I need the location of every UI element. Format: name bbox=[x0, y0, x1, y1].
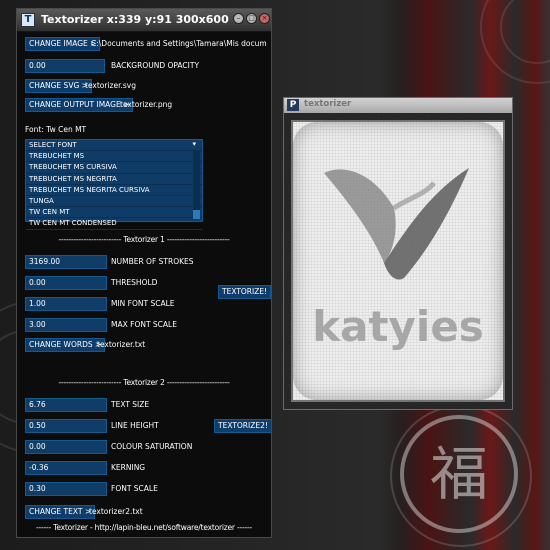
change-words-button[interactable]: CHANGE WORDS > bbox=[25, 338, 106, 352]
font-option[interactable]: TW CEN MT CONDENSED bbox=[26, 218, 202, 230]
background-opacity-label: BACKGROUND OPACITY bbox=[111, 61, 200, 70]
font-option[interactable]: TREBUCHET MS NEGRITA bbox=[26, 174, 202, 185]
image-path-label: C:\Documents and Settings\Tamara\Mis doc… bbox=[91, 39, 267, 48]
close-button[interactable]: × bbox=[259, 13, 270, 24]
preview-window: P textorizer katyies bbox=[283, 97, 513, 410]
title-bar[interactable]: T Textorizer x:339 y:91 300x600 – □ × bbox=[17, 9, 271, 32]
processing-app-icon: P bbox=[287, 99, 299, 111]
font-option[interactable]: TUNGA bbox=[26, 196, 202, 208]
change-text-button[interactable]: CHANGE TEXT > bbox=[25, 505, 96, 519]
number-of-strokes-slider[interactable]: 3169.00 bbox=[25, 255, 107, 269]
font-label: Font: Tw Cen MT bbox=[25, 125, 87, 134]
textorize2-button[interactable]: TEXTORIZE2! bbox=[214, 419, 272, 433]
font-dropdown[interactable]: SELECT FONT TREBUCHET MS TREBUCHET MS CU… bbox=[25, 139, 203, 230]
minimize-button[interactable]: – bbox=[233, 13, 244, 24]
footer-credit: ------ Textorizer - http://lapin-bleu.ne… bbox=[36, 523, 252, 532]
min-font-scale-label: MIN FONT SCALE bbox=[111, 299, 175, 308]
font-option[interactable]: TREBUCHET MS bbox=[26, 151, 202, 163]
font-option[interactable]: TREBUCHET MS NEGRITA CURSIVA bbox=[26, 185, 202, 196]
window-title: Textorizer x:339 y:91 300x600 bbox=[41, 13, 229, 26]
font-option[interactable]: TW CEN MT bbox=[26, 207, 202, 219]
number-of-strokes-label: NUMBER OF STROKES bbox=[111, 257, 194, 266]
words-file-label: textorizer.txt bbox=[97, 340, 146, 349]
text-size-slider[interactable]: 6.76 bbox=[25, 398, 107, 412]
change-image-button[interactable]: CHANGE IMAGE > bbox=[25, 37, 101, 51]
font-scale-label: FONT SCALE bbox=[111, 484, 158, 493]
background-opacity-slider[interactable]: 0.00 bbox=[25, 59, 105, 73]
java-app-icon: T bbox=[21, 13, 35, 27]
font-scale-slider[interactable]: 0.30 bbox=[25, 482, 107, 496]
preview-title: textorizer bbox=[304, 99, 352, 109]
kerning-label: KERNING bbox=[111, 463, 146, 472]
preview-title-bar[interactable]: P textorizer bbox=[284, 98, 512, 114]
min-font-scale-slider[interactable]: 1.00 bbox=[25, 297, 107, 311]
textorize-button[interactable]: TEXTORIZE! bbox=[218, 285, 272, 299]
text-grain-overlay bbox=[284, 113, 512, 409]
threshold-slider[interactable]: 0.00 bbox=[25, 276, 107, 290]
colour-saturation-label: COLOUR SATURATION bbox=[111, 442, 193, 451]
text-size-label: TEXT SIZE bbox=[111, 400, 150, 409]
change-svg-button[interactable]: CHANGE SVG > bbox=[25, 79, 92, 93]
threshold-label: THRESHOLD bbox=[111, 278, 158, 287]
textorized-preview-canvas: katyies bbox=[284, 113, 512, 409]
change-output-image-button[interactable]: CHANGE OUTPUT IMAGE > bbox=[25, 98, 134, 112]
svg-file-label: textorizer.svg bbox=[85, 81, 136, 90]
colour-saturation-slider[interactable]: 0.00 bbox=[25, 440, 107, 454]
maximize-button[interactable]: □ bbox=[246, 13, 257, 24]
font-option[interactable]: TREBUCHET MS CURSIVA bbox=[26, 162, 202, 174]
text-file-label: textorizer2.txt bbox=[89, 507, 143, 516]
line-height-slider[interactable]: 0.50 bbox=[25, 419, 107, 433]
line-height-label: LINE HEIGHT bbox=[111, 421, 159, 430]
section-header-textorizer-2: ------------------------- Textorizer 2 -… bbox=[58, 378, 230, 387]
dropdown-arrow-icon[interactable]: ▾ bbox=[192, 140, 196, 148]
textorizer-window: T Textorizer x:339 y:91 300x600 – □ × CH… bbox=[16, 8, 272, 538]
max-font-scale-label: MAX FONT SCALE bbox=[111, 320, 177, 329]
fortune-emblem: 福 bbox=[400, 415, 518, 533]
dropdown-scrollbar[interactable] bbox=[193, 151, 200, 219]
scrollbar-thumb[interactable] bbox=[193, 210, 200, 219]
output-file-label: textorizer.png bbox=[120, 100, 173, 109]
font-option[interactable]: SELECT FONT bbox=[26, 140, 202, 152]
section-header-textorizer-1: ------------------------- Textorizer 1 -… bbox=[58, 235, 230, 244]
kerning-slider[interactable]: -0.36 bbox=[25, 461, 107, 475]
logo-graphic: katyies bbox=[284, 113, 512, 409]
max-font-scale-slider[interactable]: 3.00 bbox=[25, 318, 107, 332]
